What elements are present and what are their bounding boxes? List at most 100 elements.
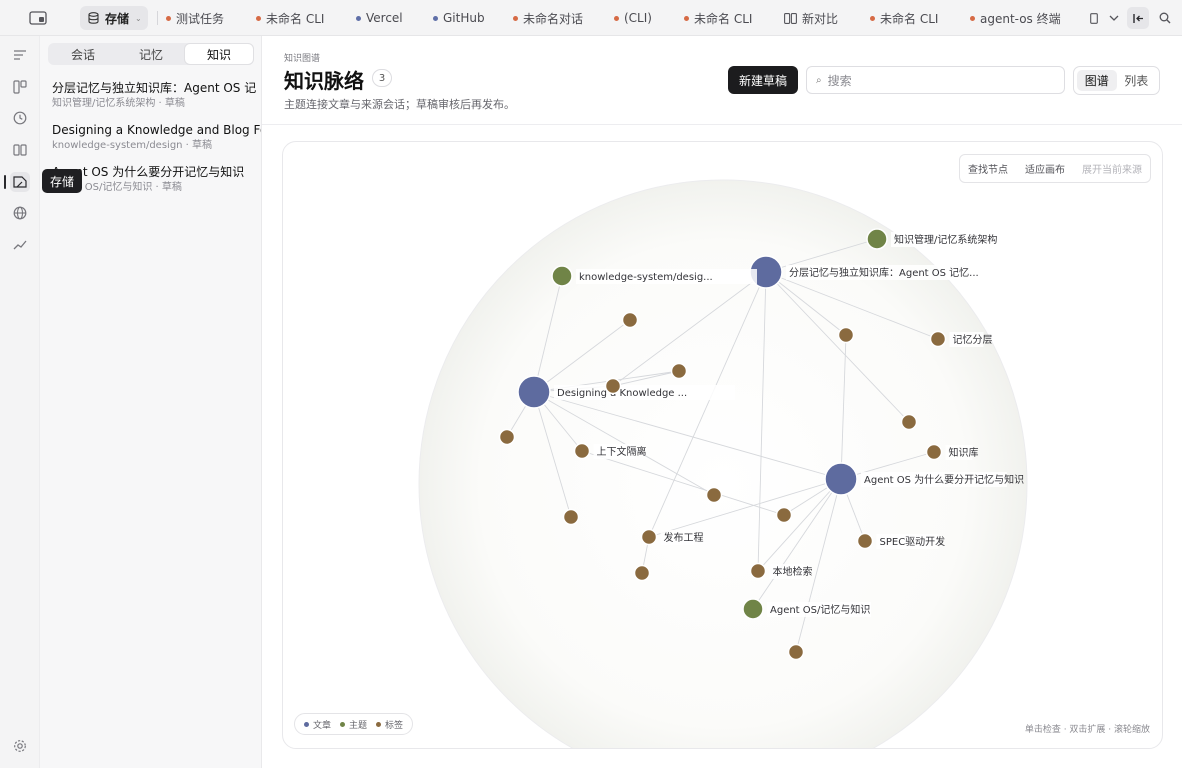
node-circle[interactable] — [640, 528, 658, 546]
graph-node-tag[interactable] — [900, 413, 918, 431]
fit-canvas-button[interactable]: 适应画布 — [1025, 161, 1065, 176]
view-graph-button[interactable]: 图谱 — [1077, 70, 1117, 91]
status-dot — [356, 15, 361, 21]
node-circle[interactable] — [837, 326, 855, 344]
find-node-button[interactable]: 查找节点 — [968, 161, 1008, 176]
node-circle[interactable] — [824, 462, 858, 496]
compare-icon[interactable] — [10, 140, 30, 160]
node-circle[interactable] — [573, 442, 591, 460]
trend-icon[interactable] — [10, 235, 30, 255]
node-circle[interactable] — [517, 375, 551, 409]
graph-node-tag[interactable] — [633, 564, 651, 582]
graph-node-tag[interactable] — [562, 508, 580, 526]
graph-node-tag[interactable]: SPEC驱动开发 — [856, 532, 946, 550]
node-circle[interactable] — [787, 643, 805, 661]
node-circle[interactable] — [705, 486, 723, 504]
graph-node-tag[interactable] — [604, 377, 622, 395]
legend-swatch — [340, 721, 346, 727]
node-circle[interactable] — [856, 532, 874, 550]
view-toggle: 图谱 列表 — [1073, 66, 1160, 95]
node-circle[interactable] — [742, 598, 764, 620]
graph-node-tag[interactable] — [670, 362, 688, 380]
tab[interactable]: 未命名 CLI — [870, 9, 938, 27]
new-draft-button[interactable]: 新建草稿 — [728, 66, 798, 94]
graph-node-tag[interactable]: 发布工程 — [640, 528, 704, 546]
tab[interactable]: 新对比 — [784, 9, 838, 27]
tab[interactable]: GitHub — [433, 9, 485, 27]
status-dot — [256, 15, 261, 21]
graph-node-topic[interactable]: knowledge-system/desig... — [551, 265, 757, 287]
node-circle[interactable] — [749, 562, 767, 580]
node-circle[interactable] — [925, 443, 943, 461]
view-list-button[interactable]: 列表 — [1117, 70, 1157, 91]
terminal-icon[interactable] — [1084, 8, 1104, 28]
list-item-title: Designing a Knowledge and Blog Fo — [52, 123, 262, 137]
list-item-title: Agent OS 为什么要分开记忆与知识 — [52, 165, 245, 179]
node-circle[interactable] — [929, 330, 947, 348]
node-circle[interactable] — [562, 508, 580, 526]
panel-toggle-icon[interactable] — [1127, 7, 1149, 29]
divider — [157, 11, 158, 25]
graph-node-tag[interactable] — [621, 311, 639, 329]
list-item[interactable]: 分层记忆与独立知识库：Agent OS 记 知识管理/记忆系统架构 · 草稿 — [52, 80, 261, 110]
node-circle[interactable] — [900, 413, 918, 431]
chevron-down-icon[interactable] — [1104, 8, 1124, 28]
list-item-meta: knowledge-system/design · 草稿 — [52, 140, 213, 151]
node-label: Designing a Knowledge ... — [557, 388, 687, 399]
store-selector[interactable]: 存储 ⌄ — [80, 6, 148, 30]
interaction-hint: 单击检查 · 双击扩展 · 滚轮缩放 — [1024, 725, 1150, 735]
menu-icon[interactable] — [10, 45, 30, 65]
status-dot — [970, 15, 975, 21]
search-icon[interactable] — [1155, 8, 1175, 28]
status-dot — [166, 15, 171, 21]
node-label: 分层记忆与独立知识库：Agent OS 记忆... — [789, 266, 979, 279]
tab[interactable]: agent-os 终端 — [970, 9, 1061, 27]
node-circle[interactable] — [670, 362, 688, 380]
node-circle[interactable] — [775, 506, 793, 524]
clock-icon[interactable] — [10, 108, 30, 128]
graph-node-tag[interactable] — [705, 486, 723, 504]
node-label: Agent OS/记忆与知识 — [770, 603, 870, 616]
segment-knowledge[interactable]: 知识 — [185, 44, 253, 64]
tab[interactable]: 未命名 CLI — [256, 9, 324, 27]
graph-node-tag[interactable] — [498, 428, 516, 446]
search-input[interactable]: ⌕ 搜索 — [806, 66, 1065, 94]
tab[interactable]: Vercel — [356, 9, 403, 27]
window-icon[interactable] — [28, 8, 48, 28]
graph-node-tag[interactable]: 知识库 — [925, 443, 979, 461]
node-circle[interactable] — [551, 265, 573, 287]
graph-canvas[interactable]: 分层记忆与独立知识库：Agent OS 记忆... Designing a Kno… — [282, 141, 1163, 749]
legend-label: 主题 — [349, 720, 368, 731]
graph-node-tag[interactable] — [787, 643, 805, 661]
segment-sessions[interactable]: 会话 — [49, 44, 117, 64]
board-icon[interactable] — [10, 77, 30, 97]
segment-memory[interactable]: 记忆 — [117, 44, 185, 64]
tab[interactable]: (CLI) — [614, 9, 652, 27]
node-circle[interactable] — [498, 428, 516, 446]
legend-article: 文章 — [304, 718, 331, 731]
node-circle[interactable] — [633, 564, 651, 582]
graph-node-tag[interactable]: 本地检索 — [749, 562, 813, 580]
node-label: 知识管理/记忆系统架构 — [894, 233, 997, 246]
graph-node-tag[interactable] — [775, 506, 793, 524]
node-circle[interactable] — [866, 228, 888, 250]
storage-nav-icon[interactable] — [10, 172, 30, 192]
node-circle[interactable] — [604, 377, 622, 395]
list-item[interactable]: Agent OS 为什么要分开记忆与知识 Agent OS/记忆与知识 · 草稿 — [52, 164, 261, 194]
tab[interactable]: 未命名对话 — [513, 9, 583, 27]
list-item[interactable]: Designing a Knowledge and Blog Fo knowle… — [52, 122, 262, 152]
node-label: 本地检索 — [773, 565, 813, 578]
globe-icon[interactable] — [10, 203, 30, 223]
graph-node-tag[interactable] — [837, 326, 855, 344]
status-dot — [513, 15, 518, 21]
node-circle[interactable] — [621, 311, 639, 329]
app-window: 存储 ⌄ 测试任务 未命名 CLI Vercel GitHub 未命名对话 (C… — [0, 0, 1182, 768]
gear-icon[interactable] — [10, 736, 30, 756]
tab[interactable]: 测试任务 — [166, 9, 224, 27]
tab[interactable]: 未命名 CLI — [684, 9, 752, 27]
count-badge: 3 — [372, 69, 392, 87]
graph-toolbar: 查找节点 适应画布 展开当前来源 — [959, 154, 1151, 183]
status-dot — [433, 15, 438, 21]
knowledge-graph[interactable]: 分层记忆与独立知识库：Agent OS 记忆... Designing a Kno… — [283, 142, 1163, 749]
graph-node-tag[interactable]: 记忆分层 — [929, 330, 993, 348]
